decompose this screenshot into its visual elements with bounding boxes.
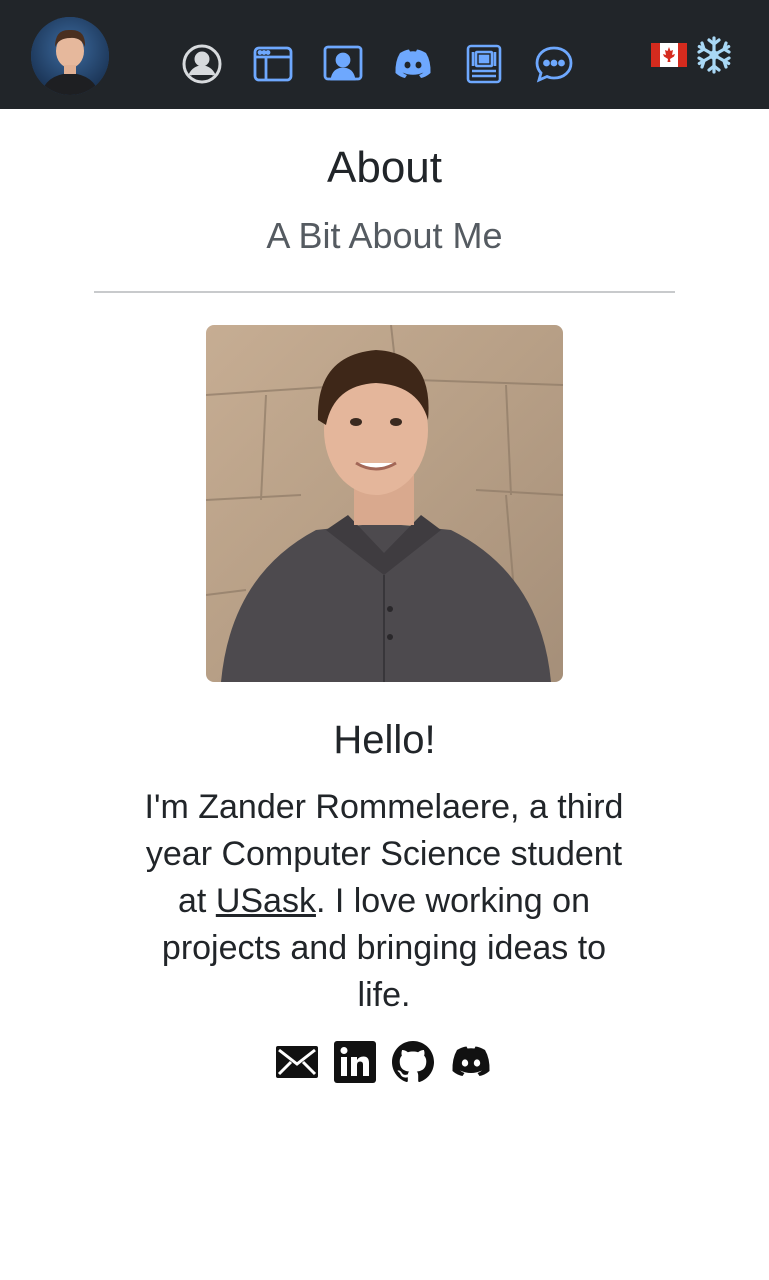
- usask-link[interactable]: USask: [216, 882, 316, 920]
- snowflake-icon[interactable]: [694, 35, 734, 75]
- bio-paragraph: I'm Zander Rommelaere, a third year Comp…: [144, 784, 624, 1019]
- linkedin-icon[interactable]: [333, 1040, 377, 1084]
- divider: [94, 291, 675, 293]
- profile-photo: [206, 325, 563, 682]
- nav-hardware-circuit-board-icon[interactable]: [463, 43, 505, 85]
- nav-projects-browser-window-icon[interactable]: [252, 43, 294, 85]
- page-subtitle: A Bit About Me: [266, 215, 503, 256]
- page-title: About: [327, 143, 442, 192]
- top-navbar: [0, 0, 769, 109]
- github-icon[interactable]: [391, 1040, 435, 1084]
- discord-icon[interactable]: [449, 1040, 493, 1084]
- nav-portfolio-person-badge-icon[interactable]: [322, 43, 364, 85]
- canada-flag-icon[interactable]: [651, 43, 687, 67]
- nav-contact-chat-dots-icon[interactable]: [533, 43, 575, 85]
- nav-discord-icon[interactable]: [392, 43, 434, 85]
- greeting-heading: Hello!: [333, 718, 436, 762]
- avatar[interactable]: [31, 17, 109, 95]
- nav-about-person-circle-icon[interactable]: [181, 43, 223, 85]
- envelope-icon[interactable]: [275, 1040, 319, 1084]
